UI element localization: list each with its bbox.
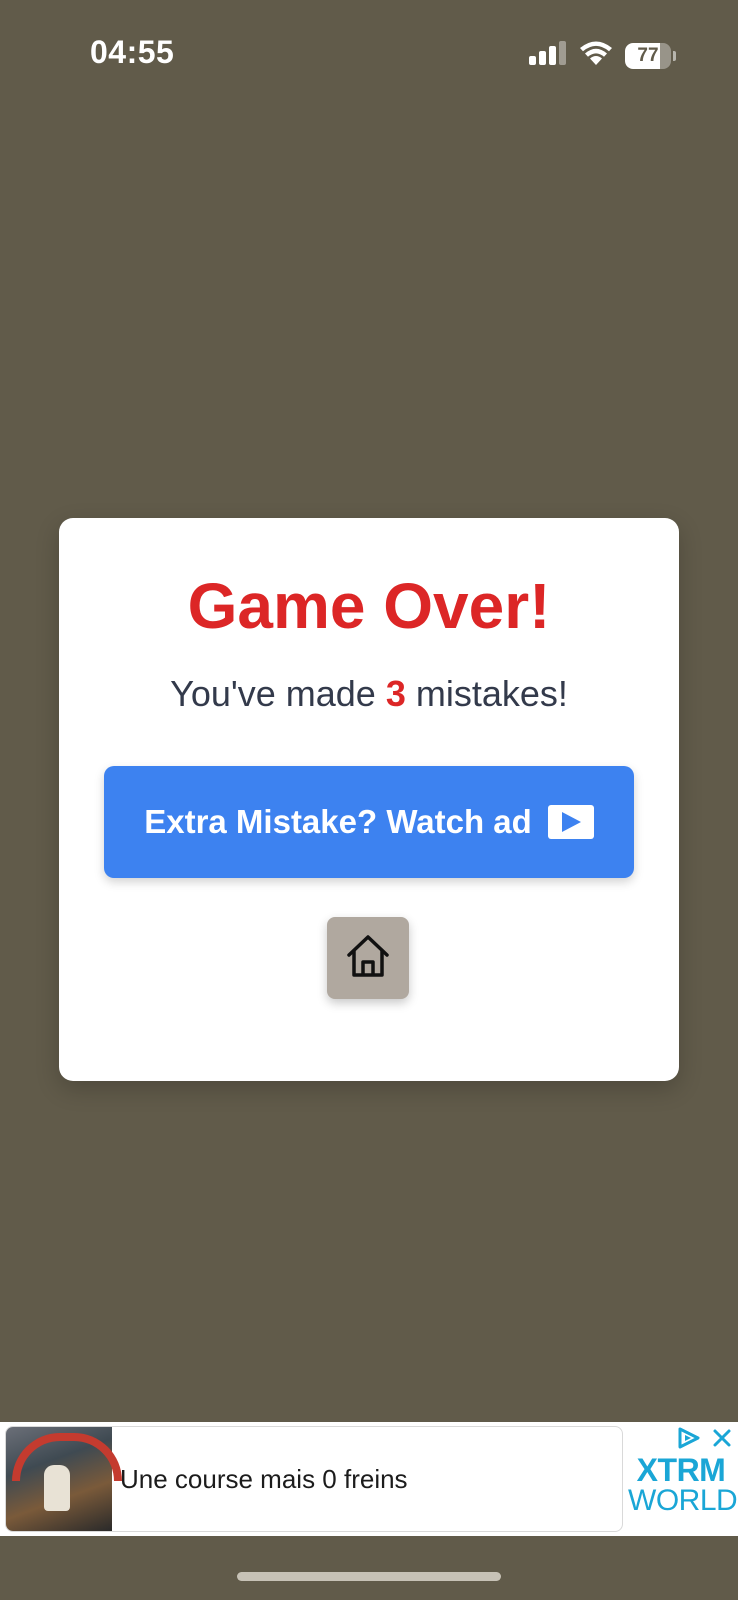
cellular-signal-icon <box>529 41 567 70</box>
mistakes-message-prefix: You've made <box>170 673 386 714</box>
home-icon <box>344 933 392 984</box>
battery-level: 77 <box>637 44 659 66</box>
ad-thumbnail-image <box>6 1427 122 1531</box>
watch-ad-label: Extra Mistake? Watch ad <box>144 803 532 840</box>
ad-banner[interactable]: Une course mais 0 freins XTRM WORLD <box>0 1422 738 1536</box>
status-bar: 04:55 77 <box>0 0 738 110</box>
watch-ad-button[interactable]: Extra Mistake? Watch ad <box>104 766 634 878</box>
battery-icon: 77 <box>625 42 671 69</box>
wifi-icon <box>579 40 613 71</box>
ad-brand-line2: WORLD <box>628 1484 738 1517</box>
ad-brand-line1: XTRM <box>636 1452 726 1488</box>
ad-close-icon[interactable] <box>712 1428 732 1453</box>
battery-cap <box>673 50 676 61</box>
status-time: 04:55 <box>90 34 175 70</box>
ad-brand-logo[interactable]: XTRM WORLD <box>628 1452 738 1517</box>
game-over-modal: Game Over! You've made 3 mistakes! Extra… <box>59 518 679 1081</box>
mistake-count: 3 <box>385 673 406 714</box>
home-indicator[interactable] <box>237 1572 501 1581</box>
mistakes-message-suffix: mistakes! <box>405 673 568 714</box>
play-video-icon <box>547 805 594 839</box>
game-over-title: Game Over! <box>187 570 551 642</box>
ad-card[interactable]: Une course mais 0 freins <box>5 1426 623 1532</box>
ad-choices-icon[interactable] <box>676 1426 702 1455</box>
status-icons: 77 <box>529 40 676 71</box>
mistakes-message: You've made 3 mistakes! <box>59 676 679 712</box>
home-button[interactable] <box>327 917 409 999</box>
ad-headline: Une course mais 0 freins <box>120 1463 408 1494</box>
